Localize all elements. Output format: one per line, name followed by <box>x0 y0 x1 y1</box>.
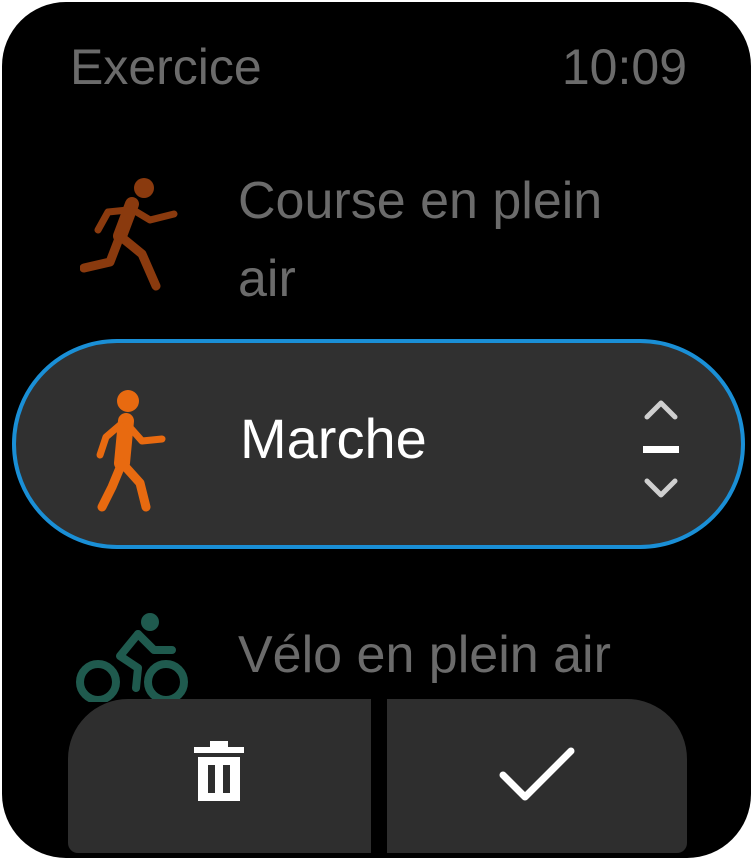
clock-time: 10:09 <box>561 39 687 95</box>
activity-item-cycling[interactable]: Vélo en plein air <box>72 602 702 702</box>
activity-label-running-line1: Course en plein <box>238 172 603 230</box>
scroll-control[interactable] <box>641 393 681 503</box>
activity-label-cycling: Vélo en plein air <box>238 626 611 684</box>
watch-screen: Exercice 10:09 Course en plein air March… <box>2 2 751 858</box>
activity-label-walking: Marche <box>240 407 427 470</box>
activity-label-running-line2: air <box>238 250 296 308</box>
walking-icon <box>96 390 166 512</box>
activity-item-running[interactable]: Course en plein air <box>72 162 702 312</box>
trash-icon <box>194 741 244 801</box>
delete-button[interactable] <box>68 699 371 853</box>
check-icon <box>499 747 575 801</box>
chevron-up-icon[interactable] <box>641 393 681 503</box>
page-title: Exercice <box>70 39 262 95</box>
confirm-button[interactable] <box>387 699 687 853</box>
running-icon <box>80 178 178 291</box>
cycling-icon <box>76 613 188 702</box>
activity-item-walking-selected[interactable]: Marche <box>12 339 745 549</box>
